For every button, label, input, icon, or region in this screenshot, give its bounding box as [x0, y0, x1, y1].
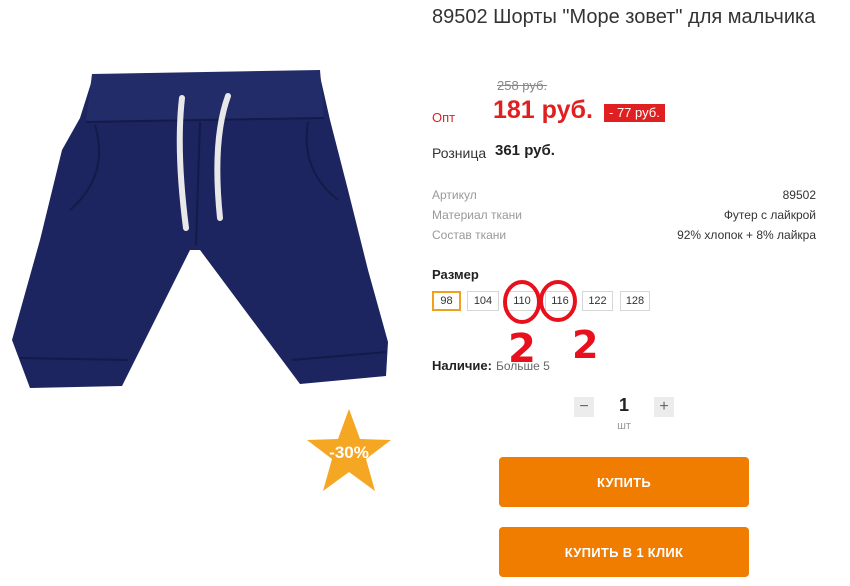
attribute-value-sku: 89502	[782, 188, 816, 202]
annotation-mark-right: 2	[572, 323, 598, 367]
retail-price: 361 руб.	[495, 142, 555, 159]
attribute-label-fabric: Материал ткани	[432, 208, 522, 222]
quantity-decrease-button[interactable]: −	[574, 397, 594, 417]
quantity-value[interactable]: 1	[612, 395, 636, 416]
size-option-128[interactable]: 128	[620, 291, 650, 311]
quantity-unit: шт	[617, 420, 631, 432]
attribute-label-sku: Артикул	[432, 188, 477, 202]
quantity-increase-button[interactable]: +	[654, 397, 674, 417]
shorts-illustration	[12, 70, 388, 388]
attribute-value-composition: 92% хлопок + 8% лайкра	[677, 228, 816, 242]
minus-icon: −	[579, 398, 589, 415]
handwritten-annotation: 2 2	[503, 280, 598, 370]
discount-badge: -30%	[305, 407, 393, 495]
buy-button[interactable]: КУПИТЬ	[499, 457, 749, 507]
size-option-104[interactable]: 104	[467, 291, 499, 311]
availability-label: Наличие:	[432, 358, 492, 373]
discount-badge-label: -30%	[329, 443, 369, 462]
retail-label: Розница	[432, 145, 487, 161]
availability-value: Больше 5	[496, 359, 550, 373]
old-price: 258 руб.	[497, 78, 548, 93]
buy-one-click-button[interactable]: КУПИТЬ В 1 КЛИК	[499, 527, 749, 577]
size-option-110[interactable]: 110	[506, 291, 538, 311]
size-option-122[interactable]: 122	[582, 291, 613, 311]
product-title: 89502 Шорты "Море зовет" для мальчика	[432, 6, 816, 28]
size-title: Размер	[432, 267, 479, 282]
discount-amount-tag: - 77 руб.	[604, 104, 665, 122]
size-option-98[interactable]: 98	[432, 291, 461, 311]
product-image[interactable]	[0, 40, 400, 400]
plus-icon: +	[659, 398, 669, 415]
attribute-label-composition: Состав ткани	[432, 228, 507, 242]
wholesale-label: Опт	[432, 110, 456, 125]
wholesale-price: 181 руб.	[493, 96, 593, 124]
attribute-value-fabric: Футер с лайкрой	[723, 208, 816, 222]
size-option-116[interactable]: 116	[545, 291, 575, 311]
